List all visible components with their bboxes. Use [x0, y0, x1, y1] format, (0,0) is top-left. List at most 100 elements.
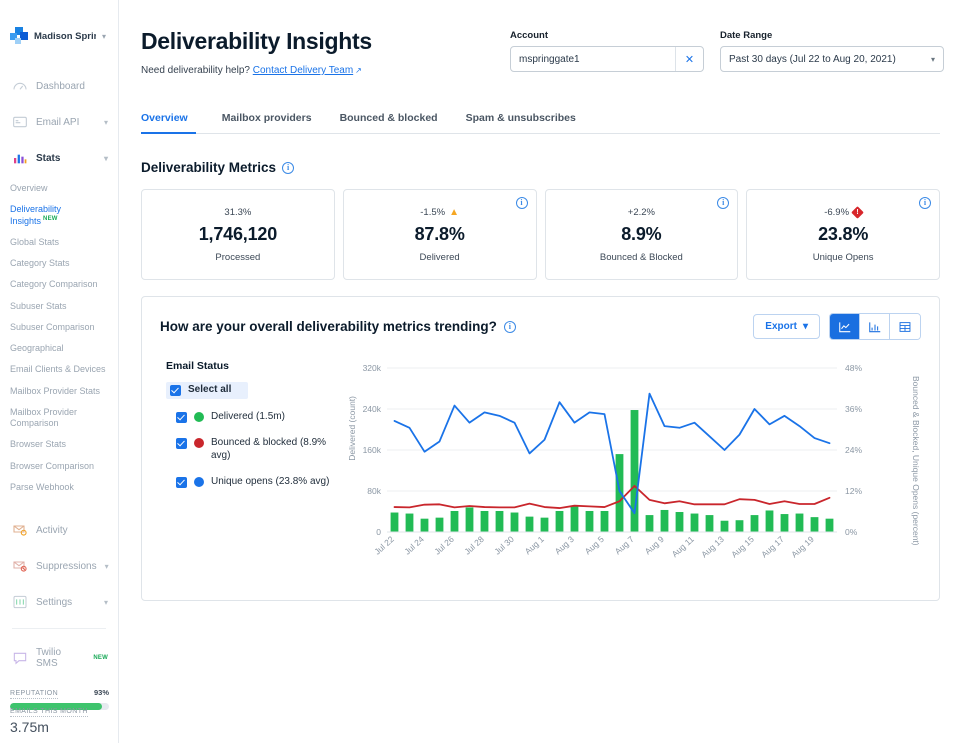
- tab-mailbox-providers[interactable]: Mailbox providers: [208, 106, 326, 133]
- date-range-filter: Date Range Past 30 days (Jul 22 to Aug 2…: [720, 30, 944, 72]
- table-icon[interactable]: [890, 314, 920, 339]
- sidebar-item-label: Suppressions: [36, 561, 97, 572]
- warning-triangle-icon: ▲: [449, 207, 459, 218]
- info-icon[interactable]: i: [504, 321, 516, 333]
- svg-text:Aug 11: Aug 11: [670, 534, 696, 559]
- chevron-down-icon: ▾: [105, 562, 109, 571]
- export-label: Export: [765, 321, 797, 332]
- sidebar-subitem-category-comparison[interactable]: Category Comparison: [0, 274, 118, 295]
- metric-card-processed: 31.3% 1,746,120 Processed: [141, 189, 335, 280]
- metric-caption: Delivered: [420, 252, 460, 263]
- svg-text:12%: 12%: [845, 486, 862, 496]
- sidebar-item-label: Twilio SMS: [36, 647, 83, 669]
- sidebar-subitem-geographical[interactable]: Geographical: [0, 338, 118, 359]
- emails-value: 3.75m: [10, 719, 109, 735]
- tab-spam-unsubscribes[interactable]: Spam & unsubscribes: [452, 106, 590, 133]
- svg-text:48%: 48%: [845, 363, 862, 373]
- sidebar-item-activity[interactable]: Activity: [0, 512, 118, 548]
- info-icon[interactable]: i: [717, 197, 729, 209]
- svg-text:Aug 9: Aug 9: [643, 534, 666, 556]
- sidebar-subitem-category-stats[interactable]: Category Stats: [0, 253, 118, 274]
- sidebar-subitem-browser-stats[interactable]: Browser Stats: [0, 434, 118, 455]
- svg-text:Jul 24: Jul 24: [402, 534, 426, 557]
- svg-text:240k: 240k: [363, 404, 382, 414]
- bar-chart-icon[interactable]: [860, 314, 890, 339]
- svg-text:24%: 24%: [845, 445, 862, 455]
- sidebar-subitem-browser-comparison[interactable]: Browser Comparison: [0, 456, 118, 477]
- metric-delta: -6.9%: [824, 207, 862, 218]
- metric-delta-value: -6.9%: [824, 207, 849, 218]
- email-status-legend: Email Status Select all Delivered (1.5m)…: [160, 360, 345, 585]
- checkbox[interactable]: [176, 438, 187, 449]
- contact-delivery-team-link[interactable]: Contact Delivery Team: [253, 65, 353, 76]
- sidebar-subitem-mailbox-provider-stats[interactable]: Mailbox Provider Stats: [0, 381, 118, 402]
- close-icon[interactable]: ✕: [675, 47, 703, 71]
- account-value: mspringgate1: [511, 54, 675, 65]
- checkbox[interactable]: [176, 412, 187, 423]
- chevron-down-icon: ▾: [102, 32, 110, 41]
- sidebar-item-stats[interactable]: Stats ▾: [0, 140, 118, 176]
- sidebar-subitem-global-stats[interactable]: Global Stats: [0, 232, 118, 253]
- metric-delta: 31.3%: [224, 207, 251, 218]
- info-icon[interactable]: i: [919, 197, 931, 209]
- help-prefix: Need deliverability help?: [141, 65, 250, 76]
- sidebar-subitem-deliverability-insights[interactable]: Deliverability InsightsNEW: [0, 199, 118, 232]
- sidebar-item-settings[interactable]: Settings ▾: [0, 584, 118, 620]
- legend-label: Unique opens (23.8% avg): [211, 476, 329, 489]
- chevron-down-icon: ▾: [931, 55, 935, 64]
- export-button[interactable]: Export ▾: [753, 314, 820, 339]
- sidebar-subitem-label: Deliverability Insights: [10, 204, 61, 225]
- metric-caption: Processed: [215, 252, 260, 263]
- date-range-select[interactable]: Past 30 days (Jul 22 to Aug 20, 2021) ▾: [720, 46, 944, 72]
- svg-text:Aug 3: Aug 3: [553, 534, 576, 556]
- sidebar-subitem-parse-webhook[interactable]: Parse Webhook: [0, 477, 118, 498]
- metric-card-delivered: i -1.5% ▲ 87.8% Delivered: [343, 189, 537, 280]
- sidebar-subitem-subuser-comparison[interactable]: Subuser Comparison: [0, 317, 118, 338]
- svg-text:0%: 0%: [845, 527, 858, 537]
- metric-cards: 31.3% 1,746,120 Processed i -1.5% ▲ 87.8…: [141, 189, 940, 280]
- svg-text:320k: 320k: [363, 363, 382, 373]
- account-input[interactable]: mspringgate1 ✕: [510, 46, 704, 72]
- legend-label: Select all: [188, 384, 231, 397]
- sidebar-item-twilio-sms[interactable]: Twilio SMS NEW: [0, 637, 118, 679]
- checkbox[interactable]: [170, 385, 181, 396]
- svg-text:160k: 160k: [363, 445, 382, 455]
- series-color-dot: [194, 477, 204, 487]
- sidebar-subitem-mailbox-provider-comparison[interactable]: Mailbox Provider Comparison: [0, 402, 118, 435]
- legend-item-bounced-blocked[interactable]: Bounced & blocked (8.9% avg): [166, 435, 345, 464]
- sidebar-subitem-overview[interactable]: Overview: [0, 178, 118, 199]
- svg-text:Jul 30: Jul 30: [492, 534, 516, 557]
- y-axis-right-title: Bounced & Blocked, Unique Opens (percent…: [911, 376, 921, 546]
- legend-item-delivered[interactable]: Delivered (1.5m): [166, 409, 345, 426]
- sidebar-item-label: Activity: [36, 525, 68, 536]
- y-axis-left-title: Delivered (count): [347, 396, 357, 461]
- trend-chart-svg: 080k160k240k320k0%12%24%36%48%Jul 22Jul …: [345, 360, 895, 585]
- line-chart-icon[interactable]: [830, 314, 860, 339]
- chevron-down-icon: ▾: [803, 321, 808, 332]
- emails-label: EMAILS THIS MONTH: [10, 708, 88, 717]
- sidebar-subitem-email-clients-devices[interactable]: Email Clients & Devices: [0, 359, 118, 380]
- info-icon[interactable]: i: [282, 162, 294, 174]
- tab-overview[interactable]: Overview: [141, 106, 202, 133]
- chevron-down-icon: ▾: [104, 598, 108, 607]
- sendgrid-logo-icon: [10, 27, 28, 45]
- svg-text:Aug 1: Aug 1: [523, 534, 546, 556]
- svg-text:80k: 80k: [367, 486, 381, 496]
- legend-select-all[interactable]: Select all: [166, 382, 248, 399]
- email-api-icon: [12, 114, 28, 130]
- sidebar-nav: Dashboard Email API ▾: [0, 68, 118, 679]
- sidebar-item-email-api[interactable]: Email API ▾: [0, 104, 118, 140]
- brand-account-switcher[interactable]: Madison Springga ▾: [0, 0, 118, 50]
- metric-value: 8.9%: [621, 224, 661, 245]
- filters-bar: Account mspringgate1 ✕ Date Range Past 3…: [510, 30, 944, 72]
- sidebar-item-dashboard[interactable]: Dashboard: [0, 68, 118, 104]
- checkbox[interactable]: [176, 477, 187, 488]
- metric-delta-value: 31.3%: [224, 207, 251, 218]
- info-icon[interactable]: i: [516, 197, 528, 209]
- sidebar-item-suppressions[interactable]: Suppressions ▾: [0, 548, 118, 584]
- legend-item-unique-opens[interactable]: Unique opens (23.8% avg): [166, 474, 345, 491]
- svg-text:Aug 13: Aug 13: [699, 534, 726, 560]
- sidebar-subitem-subuser-stats[interactable]: Subuser Stats: [0, 296, 118, 317]
- alert-diamond-icon: [851, 206, 864, 219]
- tab-bounced-blocked[interactable]: Bounced & blocked: [326, 106, 452, 133]
